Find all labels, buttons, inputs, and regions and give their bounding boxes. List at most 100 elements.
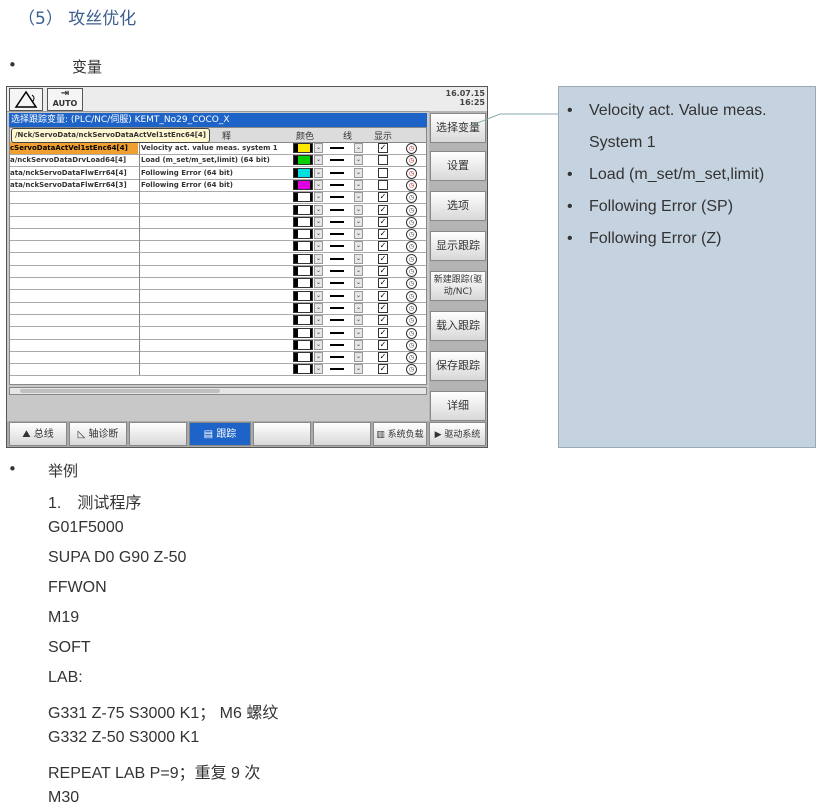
display-checkbox[interactable] <box>378 167 388 178</box>
softkey-save-trace[interactable]: 保存跟踪 <box>430 351 486 381</box>
line-dropdown-icon[interactable]: ⌄ <box>354 192 363 203</box>
table-row[interactable]: ⌄ ⌄ ✓ ◷ <box>10 203 426 217</box>
horizontal-scrollbar[interactable] <box>9 387 427 395</box>
color-swatch[interactable] <box>293 315 313 326</box>
color-swatch[interactable] <box>293 143 313 153</box>
clock-icon[interactable]: ◷ <box>406 364 417 376</box>
hkey-trace[interactable]: ▤ 跟踪 <box>189 422 251 446</box>
color-dropdown-icon[interactable]: ⌄ <box>314 327 323 338</box>
line-dropdown-icon[interactable]: ⌄ <box>354 302 363 313</box>
clock-icon[interactable]: ◷ <box>406 253 417 265</box>
color-dropdown-icon[interactable]: ⌄ <box>314 315 323 326</box>
color-swatch[interactable] <box>293 216 313 227</box>
color-dropdown-icon[interactable]: ⌄ <box>314 229 323 240</box>
table-row[interactable]: ⌄ ⌄ ✓ ◷ <box>10 314 426 328</box>
hkey-axis-diagnosis[interactable]: ◺ 轴诊断 <box>69 422 127 446</box>
hkey-empty-1[interactable] <box>129 422 187 446</box>
scroll-thumb[interactable] <box>20 389 220 393</box>
color-dropdown-icon[interactable]: ⌄ <box>314 167 323 178</box>
color-swatch[interactable] <box>293 339 313 350</box>
color-dropdown-icon[interactable]: ⌄ <box>314 302 323 313</box>
line-dropdown-icon[interactable]: ⌄ <box>354 315 363 326</box>
clock-icon[interactable]: ◷ <box>406 155 417 167</box>
hkey-drive-system[interactable]: ▶ 驱动系统 <box>429 422 486 446</box>
color-dropdown-icon[interactable]: ⌄ <box>314 192 323 203</box>
display-checkbox[interactable]: ✓ <box>378 290 388 301</box>
display-checkbox[interactable]: ✓ <box>378 266 388 276</box>
clock-icon[interactable]: ◷ <box>406 327 417 339</box>
clock-icon[interactable]: ◷ <box>406 179 417 191</box>
color-swatch[interactable] <box>293 364 313 375</box>
color-dropdown-icon[interactable]: ⌄ <box>314 364 323 375</box>
line-dropdown-icon[interactable]: ⌄ <box>354 155 363 166</box>
clock-icon[interactable]: ◷ <box>406 229 417 241</box>
color-dropdown-icon[interactable]: ⌄ <box>314 241 323 252</box>
line-dropdown-icon[interactable]: ⌄ <box>354 290 363 301</box>
clock-icon[interactable]: ◷ <box>406 278 417 290</box>
line-dropdown-icon[interactable]: ⌄ <box>354 253 363 264</box>
display-checkbox[interactable]: ✓ <box>378 253 388 264</box>
color-swatch[interactable] <box>293 155 313 166</box>
line-dropdown-icon[interactable]: ⌄ <box>354 216 363 227</box>
color-swatch[interactable] <box>293 266 313 276</box>
color-swatch[interactable] <box>293 241 313 252</box>
line-dropdown-icon[interactable]: ⌄ <box>354 229 363 240</box>
table-row[interactable]: ⌄ ⌄ ✓ ◷ <box>10 252 426 266</box>
softkey-settings[interactable]: 设置 <box>430 151 486 181</box>
clock-icon[interactable]: ◷ <box>406 266 417 277</box>
table-row[interactable]: ⌄ ⌄ ✓ ◷ <box>10 363 426 377</box>
table-row[interactable]: ⌄ ⌄ ✓ ◷ <box>10 191 426 205</box>
display-checkbox[interactable]: ✓ <box>378 204 388 215</box>
color-dropdown-icon[interactable]: ⌄ <box>314 143 323 153</box>
color-dropdown-icon[interactable]: ⌄ <box>314 339 323 350</box>
display-checkbox[interactable] <box>378 179 388 190</box>
color-dropdown-icon[interactable]: ⌄ <box>314 204 323 215</box>
clock-icon[interactable]: ◷ <box>406 204 417 216</box>
color-swatch[interactable] <box>293 229 313 240</box>
display-checkbox[interactable]: ✓ <box>378 192 388 203</box>
table-row[interactable]: ⌄ ⌄ ✓ ◷ <box>10 277 426 291</box>
line-dropdown-icon[interactable]: ⌄ <box>354 352 363 363</box>
line-dropdown-icon[interactable]: ⌄ <box>354 241 363 252</box>
table-row[interactable]: ⌄ ⌄ ✓ ◷ <box>10 301 426 315</box>
clock-icon[interactable]: ◷ <box>406 216 417 228</box>
table-row[interactable]: ⌄ ⌄ ✓ ◷ <box>10 215 426 229</box>
color-swatch[interactable] <box>293 327 313 338</box>
line-dropdown-icon[interactable]: ⌄ <box>354 327 363 338</box>
color-dropdown-icon[interactable]: ⌄ <box>314 290 323 301</box>
softkey-options[interactable]: 选项 <box>430 191 486 221</box>
clock-icon[interactable]: ◷ <box>406 352 417 364</box>
display-checkbox[interactable]: ✓ <box>378 278 388 289</box>
clock-icon[interactable]: ◷ <box>406 339 417 351</box>
color-swatch[interactable] <box>293 290 313 301</box>
table-row[interactable]: ⌄ ⌄ ✓ ◷ <box>10 338 426 352</box>
color-dropdown-icon[interactable]: ⌄ <box>314 179 323 190</box>
display-checkbox[interactable]: ✓ <box>378 143 388 153</box>
color-swatch[interactable] <box>293 253 313 264</box>
table-row[interactable]: ata/nckServoDataFlwErr64[4] Following Err… <box>10 166 426 180</box>
display-checkbox[interactable]: ✓ <box>378 229 388 240</box>
display-checkbox[interactable]: ✓ <box>378 327 388 338</box>
line-dropdown-icon[interactable]: ⌄ <box>354 179 363 190</box>
clock-icon[interactable]: ◷ <box>406 290 417 302</box>
display-checkbox[interactable]: ✓ <box>378 241 388 252</box>
clock-icon[interactable]: ◷ <box>406 192 417 204</box>
table-row[interactable]: ⌄ ⌄ ✓ ◷ <box>10 228 426 242</box>
line-dropdown-icon[interactable]: ⌄ <box>354 339 363 350</box>
table-row[interactable]: cServoDataActVel1stEnc64[4] Velocity act.… <box>10 142 426 155</box>
table-row[interactable]: ⌄ ⌄ ✓ ◷ <box>10 351 426 365</box>
color-swatch[interactable] <box>293 167 313 178</box>
table-row[interactable]: ⌄ ⌄ ✓ ◷ <box>10 326 426 340</box>
softkey-new-trace[interactable]: 新建跟踪(驱动/NC) <box>430 271 486 301</box>
display-checkbox[interactable] <box>378 155 388 166</box>
table-row[interactable]: ⌄ ⌄ ✓ ◷ <box>10 265 426 278</box>
color-dropdown-icon[interactable]: ⌄ <box>314 352 323 363</box>
display-checkbox[interactable]: ✓ <box>378 302 388 313</box>
clock-icon[interactable]: ◷ <box>406 302 417 314</box>
color-dropdown-icon[interactable]: ⌄ <box>314 253 323 264</box>
line-dropdown-icon[interactable]: ⌄ <box>354 204 363 215</box>
color-swatch[interactable] <box>293 204 313 215</box>
clock-icon[interactable]: ◷ <box>406 241 417 253</box>
display-checkbox[interactable]: ✓ <box>378 315 388 326</box>
line-dropdown-icon[interactable]: ⌄ <box>354 278 363 289</box>
